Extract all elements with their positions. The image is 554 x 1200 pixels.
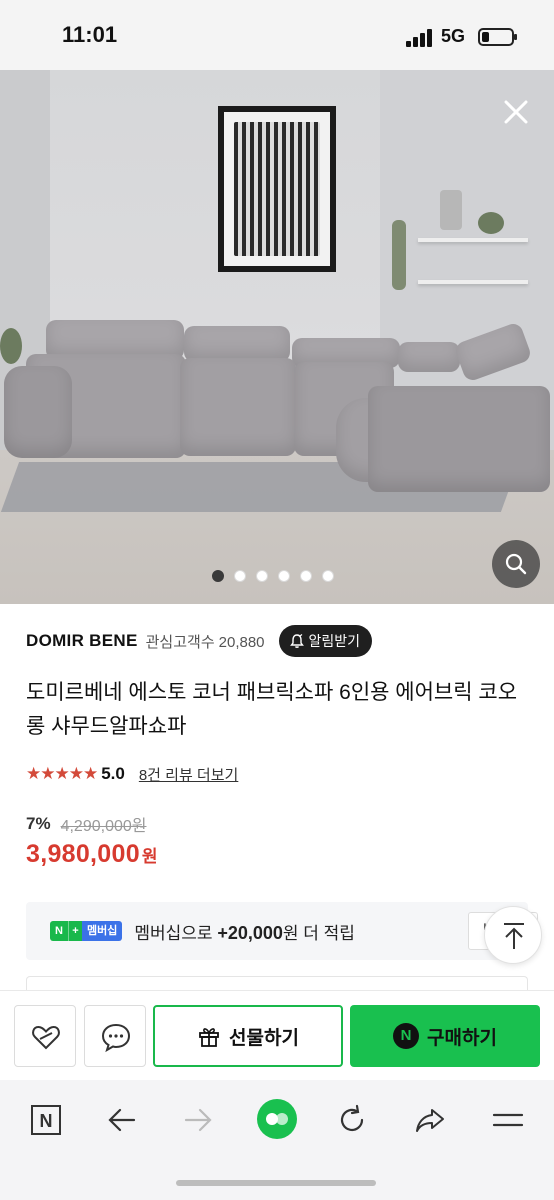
buy-button[interactable]: N 구매하기 xyxy=(350,1005,540,1067)
gallery-dot[interactable] xyxy=(212,570,224,582)
review-link[interactable]: 8건 리뷰 더보기 xyxy=(139,764,238,785)
talk-button[interactable] xyxy=(84,1005,146,1067)
home-indicator xyxy=(176,1180,376,1186)
arrow-left-icon xyxy=(108,1108,136,1132)
interest-label: 관심고객수 xyxy=(145,633,215,651)
sofa xyxy=(368,386,550,492)
greendot-icon xyxy=(257,1099,297,1139)
gallery-dot[interactable] xyxy=(300,570,312,582)
hamburger-menu-icon xyxy=(492,1113,524,1127)
sofa xyxy=(184,326,290,362)
rating-row: ★★★★★ 5.0 8건 리뷰 더보기 xyxy=(26,762,238,786)
shelf xyxy=(418,238,528,242)
membership-text: 멤버십으로 +20,000원 더 적립 xyxy=(134,919,355,944)
forward-button[interactable] xyxy=(176,1098,220,1142)
gift-label: 선물하기 xyxy=(229,1027,299,1049)
gallery-dot[interactable] xyxy=(234,570,246,582)
wishlist-button[interactable] xyxy=(14,1005,76,1067)
purchase-action-bar: 선물하기 N 구매하기 xyxy=(0,990,554,1080)
brand-row: DOMIR BENE 관심고객수 20,880 알림받기 xyxy=(26,624,373,658)
naver-home-icon: N xyxy=(31,1105,61,1135)
badge-text: 멤버십 xyxy=(82,921,123,941)
network-type: 5G xyxy=(441,26,466,46)
naver-plus-membership-badge: N + 멤버십 xyxy=(50,921,123,941)
battery-icon xyxy=(478,28,517,46)
share-button[interactable] xyxy=(408,1098,452,1142)
membership-banner: N + 멤버십 멤버십으로 +20,000원 더 적립 받기 xyxy=(26,902,538,960)
product-title: 도미르베네 에스토 코너 패브릭소파 6인용 에어브릭 코오롱 샤무드알파쇼파 xyxy=(26,681,518,738)
original-price: 4,290,000원 xyxy=(60,818,147,835)
sofa xyxy=(4,366,72,458)
home-button[interactable]: N xyxy=(24,1098,68,1142)
shelf xyxy=(418,280,528,284)
discount-rate: 7% xyxy=(26,814,51,833)
plant xyxy=(478,212,504,234)
home-badge: N xyxy=(40,1111,53,1131)
chat-bubble-icon xyxy=(101,1023,131,1053)
sofa xyxy=(398,342,460,372)
back-button[interactable] xyxy=(100,1098,144,1142)
gallery-dot[interactable] xyxy=(278,570,290,582)
close-icon xyxy=(504,100,528,124)
battery-level xyxy=(482,32,489,42)
gift-icon xyxy=(199,1028,219,1047)
product-image[interactable] xyxy=(0,70,554,604)
rating-score: 5.0 xyxy=(101,764,125,783)
greendot-button[interactable] xyxy=(252,1094,302,1144)
wall-art xyxy=(218,106,336,272)
membership-suffix: 원 더 적립 xyxy=(282,923,355,943)
heart-icon xyxy=(32,1025,60,1050)
share-icon xyxy=(416,1109,444,1132)
arrow-up-icon xyxy=(504,923,524,949)
membership-points: +20,000 xyxy=(217,922,283,943)
sofa xyxy=(180,358,296,456)
membership-prefix: 멤버십으로 xyxy=(134,923,218,943)
scroll-top-button[interactable] xyxy=(484,906,542,964)
plant xyxy=(392,220,406,290)
badge-plus: + xyxy=(68,921,82,941)
star-rating-icon: ★★★★★ xyxy=(26,764,98,783)
sale-price: 3,980,000 xyxy=(26,840,140,868)
plant xyxy=(0,328,22,364)
gift-button[interactable]: 선물하기 xyxy=(153,1005,343,1067)
alarm-button[interactable]: 알림받기 xyxy=(278,625,373,657)
zoom-button[interactable] xyxy=(492,540,540,588)
bell-icon xyxy=(289,634,304,648)
naver-pay-icon: N xyxy=(393,1023,420,1049)
interest-value: 20,880 xyxy=(218,633,265,651)
badge-n: N xyxy=(50,921,68,941)
interest-count: 관심고객수 20,880 xyxy=(146,631,265,652)
refresh-icon xyxy=(340,1104,364,1132)
plant xyxy=(440,190,462,230)
gallery-indicator xyxy=(212,570,334,582)
menu-button[interactable] xyxy=(486,1098,530,1142)
arrow-right-icon xyxy=(184,1108,212,1132)
currency-unit: 원 xyxy=(141,847,158,866)
discount-row: 7% 4,290,000원 xyxy=(26,812,146,836)
buy-label: 구매하기 xyxy=(427,1027,497,1049)
gallery-dot[interactable] xyxy=(256,570,268,582)
status-bar: 11:01 5G xyxy=(0,0,554,70)
refresh-button[interactable] xyxy=(330,1098,374,1142)
price-row: 3,980,000 원 xyxy=(26,840,158,869)
gallery-dot[interactable] xyxy=(322,570,334,582)
search-icon xyxy=(505,553,527,575)
brand-name[interactable]: DOMIR BENE xyxy=(26,631,138,651)
status-time: 11:01 xyxy=(62,22,118,47)
alarm-label: 알림받기 xyxy=(308,633,361,649)
close-button[interactable] xyxy=(500,96,532,128)
signal-icon xyxy=(406,29,434,47)
